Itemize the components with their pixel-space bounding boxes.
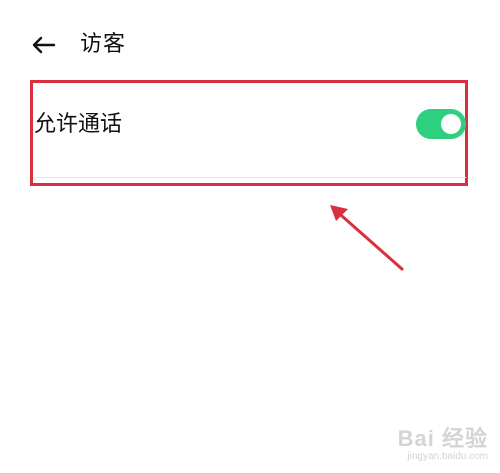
allow-call-label: 允许通话 <box>34 112 123 137</box>
arrow-left-icon[interactable] <box>28 30 58 60</box>
annotation-arrow-icon <box>330 205 404 271</box>
watermark: Bai 经验 jingyan.baidu.com <box>398 427 488 463</box>
page-title: 访客 <box>80 32 127 57</box>
row-divider <box>36 177 466 178</box>
allow-call-setting-row[interactable]: 允许通话 <box>34 100 466 150</box>
toggle-knob <box>441 114 461 134</box>
header-bar: 访客 <box>0 0 500 90</box>
allow-call-toggle[interactable] <box>416 109 466 139</box>
watermark-logo: Bai 经验 <box>397 426 488 451</box>
watermark-url: jingyan.baidu.com <box>407 451 488 462</box>
